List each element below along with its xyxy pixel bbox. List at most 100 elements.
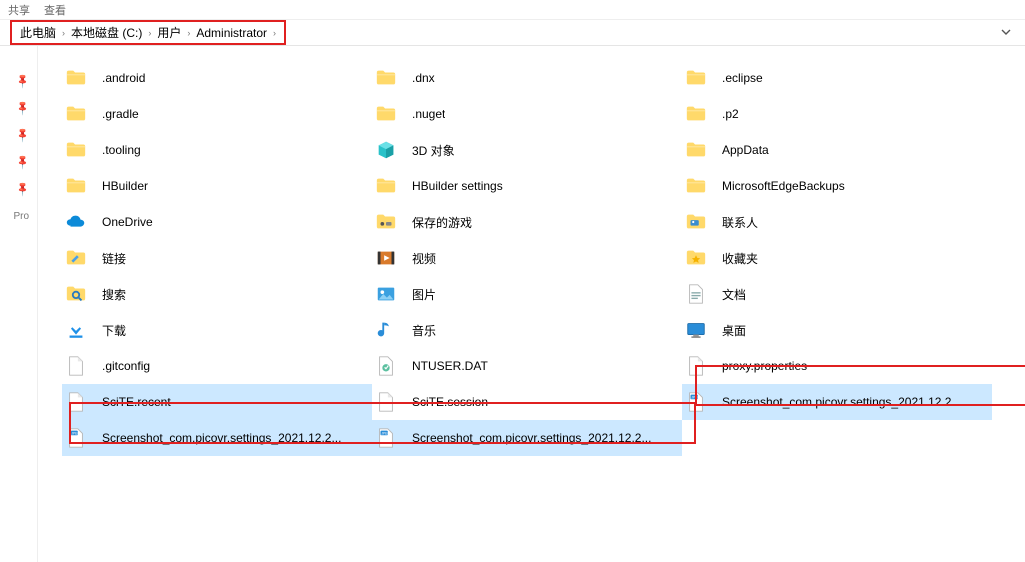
file-name-label: .dnx: [412, 71, 435, 85]
breadcrumb-bar: 此电脑 › 本地磁盘 (C:) › 用户 › Administrator ›: [0, 20, 1025, 46]
crumb-administrator[interactable]: Administrator: [196, 26, 267, 40]
file-name-label: MicrosoftEdgeBackups: [722, 179, 845, 193]
file-item[interactable]: HBuilder: [62, 168, 372, 204]
file-item[interactable]: JPEG Screenshot_com.picovr.settings_2021.…: [62, 420, 372, 456]
file-name-label: .nuget: [412, 107, 445, 121]
file-item[interactable]: .tooling: [62, 132, 372, 168]
pictures-icon: [374, 282, 398, 306]
folder-icon: [64, 66, 88, 90]
onedrive-icon: [64, 210, 88, 234]
file-item[interactable]: 收藏夹: [682, 240, 992, 276]
file-item[interactable]: AppData: [682, 132, 992, 168]
file-name-label: 视频: [412, 250, 436, 267]
file-item[interactable]: .gradle: [62, 96, 372, 132]
file-item[interactable]: proxy.properties: [682, 348, 992, 384]
file-item[interactable]: MicrosoftEdgeBackups: [682, 168, 992, 204]
file-item[interactable]: 3D 对象: [372, 132, 682, 168]
file-item[interactable]: 保存的游戏: [372, 204, 682, 240]
file-item[interactable]: 联系人: [682, 204, 992, 240]
file-name-label: .eclipse: [722, 71, 763, 85]
svg-text:JPEG: JPEG: [381, 431, 390, 435]
menu-view[interactable]: 查看: [44, 2, 66, 17]
pin-icon[interactable]: 📌: [14, 181, 31, 198]
file-item[interactable]: OneDrive: [62, 204, 372, 240]
folder-icon: [374, 66, 398, 90]
file-item[interactable]: HBuilder settings: [372, 168, 682, 204]
file-name-label: proxy.properties: [722, 359, 807, 373]
breadcrumb[interactable]: 此电脑 › 本地磁盘 (C:) › 用户 › Administrator ›: [10, 20, 286, 45]
pin-icon[interactable]: 📌: [14, 127, 31, 144]
documents-icon: [684, 282, 708, 306]
file-item[interactable]: .p2: [682, 96, 992, 132]
file-name-label: .gradle: [102, 107, 139, 121]
pin-icon[interactable]: 📌: [14, 100, 31, 117]
file-name-label: Screenshot_com.picovr.settings_2021.12.2…: [102, 431, 341, 445]
top-menu: 共享 查看: [0, 0, 1025, 20]
file-item[interactable]: 音乐: [372, 312, 682, 348]
chevron-right-icon[interactable]: ›: [273, 28, 276, 38]
crumb-c-drive[interactable]: 本地磁盘 (C:): [71, 24, 142, 41]
file-name-label: 下载: [102, 322, 126, 339]
file-item[interactable]: .gitconfig: [62, 348, 372, 384]
pin-icon[interactable]: 📌: [14, 154, 31, 171]
favorites-icon: [684, 246, 708, 270]
file-item[interactable]: 链接: [62, 240, 372, 276]
jpeg-icon: JPEG: [64, 426, 88, 450]
svg-text:JPEG: JPEG: [71, 431, 80, 435]
chevron-right-icon[interactable]: ›: [187, 28, 190, 38]
chevron-right-icon[interactable]: ›: [62, 28, 65, 38]
folder-icon: [684, 174, 708, 198]
folder-icon: [64, 138, 88, 162]
crumb-users[interactable]: 用户: [157, 24, 181, 41]
file-item[interactable]: NTUSER.DAT: [372, 348, 682, 384]
chevron-right-icon[interactable]: ›: [148, 28, 151, 38]
file-name-label: 图片: [412, 286, 436, 303]
file-item[interactable]: 下载: [62, 312, 372, 348]
file-name-label: .gitconfig: [102, 359, 150, 373]
file-name-label: Screenshot_com.picovr.settings_2021.12.2…: [412, 431, 651, 445]
file-name-label: NTUSER.DAT: [412, 359, 488, 373]
file-name-label: 音乐: [412, 322, 436, 339]
file-item[interactable]: JPEGScreenshot_com.picovr.settings_2021.…: [682, 384, 992, 420]
file-item[interactable]: 桌面: [682, 312, 992, 348]
file-item[interactable]: .android: [62, 60, 372, 96]
cube-icon: [374, 138, 398, 162]
folder-icon: [374, 174, 398, 198]
file-item[interactable]: .eclipse: [682, 60, 992, 96]
file-name-label: .tooling: [102, 143, 141, 157]
svg-text:JPEG: JPEG: [691, 395, 700, 399]
file-column-2: .dnx .nuget 3D 对象 HBuilder settings 保存的游戏视频图…: [372, 60, 682, 456]
file-name-label: .p2: [722, 107, 739, 121]
file-name-label: HBuilder settings: [412, 179, 503, 193]
folder-icon: [684, 66, 708, 90]
file-name-label: OneDrive: [102, 215, 153, 229]
file-column-3: .eclipse .p2 AppData MicrosoftEdgeBackups 联系…: [682, 60, 992, 456]
file-item[interactable]: SciTE.session: [372, 384, 682, 420]
folder-icon: [64, 174, 88, 198]
file-item[interactable]: 文档: [682, 276, 992, 312]
file-name-label: SciTE.session: [412, 395, 488, 409]
pin-icon[interactable]: 📌: [14, 73, 31, 90]
file-item[interactable]: 图片: [372, 276, 682, 312]
file-item[interactable]: .dnx: [372, 60, 682, 96]
quick-access-sidebar: 📌 📌 📌 📌 📌 Pro: [0, 46, 38, 562]
file-item[interactable]: JPEG Screenshot_com.picovr.settings_2021.…: [372, 420, 682, 456]
file-name-label: 桌面: [722, 322, 746, 339]
file-item[interactable]: SciTE.recent: [62, 384, 372, 420]
file-name-label: 收藏夹: [722, 250, 758, 267]
file-name-label: 3D 对象: [412, 142, 455, 159]
menu-share[interactable]: 共享: [8, 2, 30, 17]
file-list-area[interactable]: .android .gradle .tooling HBuilder OneDrive 链…: [38, 46, 1025, 562]
file-item[interactable]: .nuget: [372, 96, 682, 132]
crumb-this-pc[interactable]: 此电脑: [20, 24, 56, 41]
file-item[interactable]: 视频: [372, 240, 682, 276]
file-item[interactable]: 搜索: [62, 276, 372, 312]
file-name-label: SciTE.recent: [102, 395, 171, 409]
file-name-label: 链接: [102, 250, 126, 267]
dat-file-icon: [374, 354, 398, 378]
breadcrumb-dropdown-icon[interactable]: [997, 26, 1015, 40]
videos-icon: [374, 246, 398, 270]
games-icon: [374, 210, 398, 234]
folder-icon: [684, 138, 708, 162]
file-icon: [374, 390, 398, 414]
